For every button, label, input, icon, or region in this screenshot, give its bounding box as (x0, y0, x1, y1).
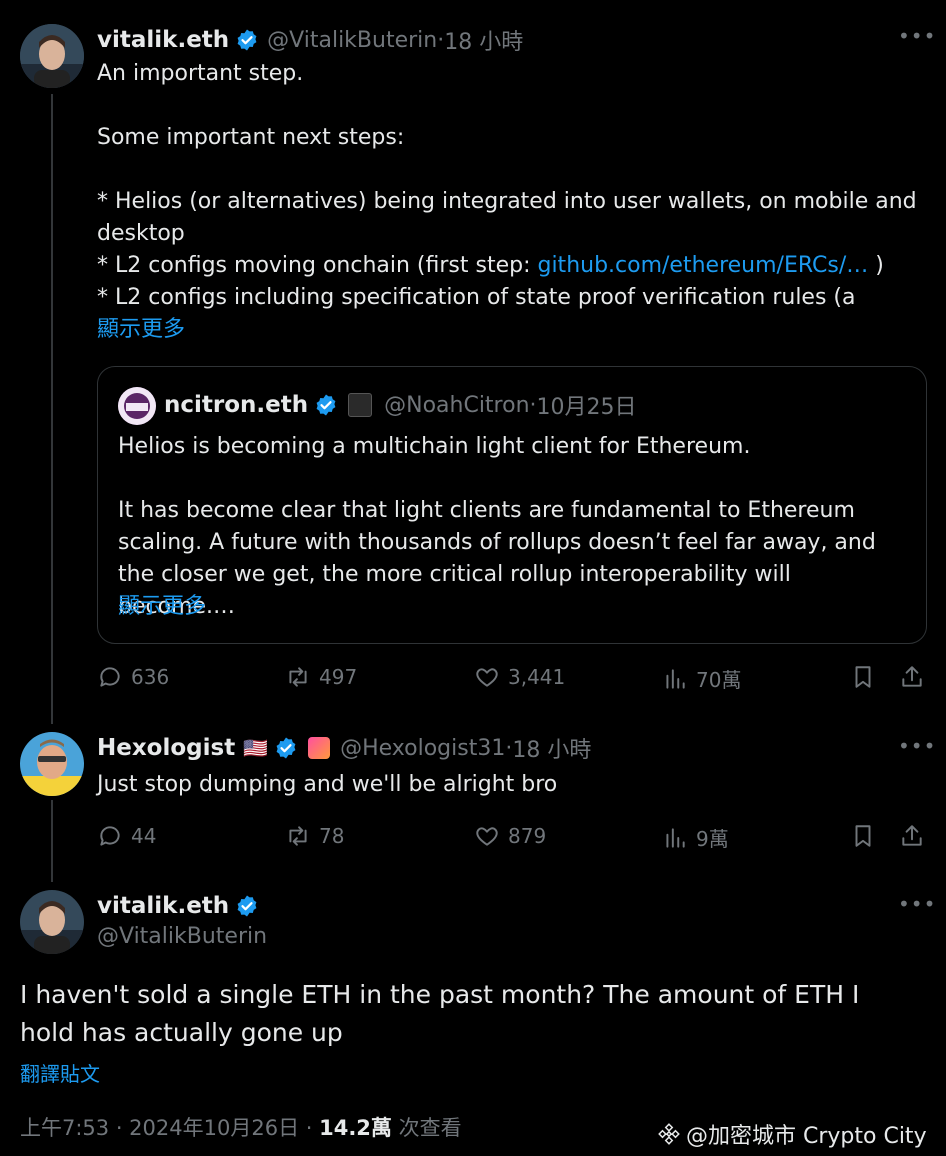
tweet-timestamp[interactable]: 上午7:53 · 2024年10月26日 · (20, 1116, 319, 1140)
retweet-count: 497 (319, 665, 358, 689)
author-handle[interactable]: @VitalikButerin (97, 924, 267, 949)
more-options-icon[interactable]: ••• (898, 892, 936, 916)
quote-show-more-link[interactable]: 顯示更多 (118, 591, 206, 623)
translate-post-link[interactable]: 翻譯貼文 (20, 1058, 100, 1087)
affiliation-badge-icon (308, 737, 331, 759)
reply-button[interactable]: 44 (97, 823, 156, 849)
more-options-icon[interactable]: ••• (898, 734, 936, 758)
separator: · (505, 735, 513, 761)
share-icon (902, 666, 922, 687)
like-count: 879 (508, 824, 547, 848)
reply-icon (100, 826, 120, 846)
tweet-header: vitalik.eth @VitalikButerin · 18 小時 (97, 24, 523, 56)
separator: · (529, 392, 537, 418)
views-count: 9萬 (696, 827, 729, 851)
heart-icon (476, 668, 498, 687)
quote-header: ncitron.eth @NoahCitron · 10月25日 (164, 389, 637, 421)
like-button[interactable]: 3,441 (474, 664, 565, 690)
retweet-button[interactable]: 497 (285, 664, 357, 690)
tweet-body: I haven't sold a single ETH in the past … (20, 980, 860, 1047)
flag-icon: 🇺🇸 (243, 736, 269, 760)
retweet-icon (289, 826, 307, 846)
binance-logo-icon (658, 1123, 680, 1145)
views-button[interactable]: 9萬 (662, 823, 729, 852)
reply-count: 44 (131, 824, 157, 848)
author-name[interactable]: vitalik.eth (97, 27, 229, 53)
share-icon (902, 825, 922, 846)
quote-body: Helios is becoming a multichain light cl… (118, 434, 876, 619)
bookmark-icon (855, 825, 871, 847)
tweet-text: An important step. Some important next s… (97, 61, 917, 278)
author-name[interactable]: vitalik.eth (97, 893, 229, 919)
quote-avatar[interactable] (118, 387, 156, 425)
tweet-body: An important step. Some important next s… (97, 58, 917, 314)
verified-badge-icon (237, 895, 257, 917)
views-count: 14.2萬 (319, 1116, 392, 1140)
tweet-header: Hexologist 🇺🇸 @Hexologist31 · 18 小時 (97, 732, 591, 764)
views-chart-icon (666, 827, 685, 848)
like-button[interactable]: 879 (474, 823, 546, 849)
retweet-count: 78 (319, 824, 345, 848)
reply-count: 636 (131, 665, 170, 689)
author-name[interactable]: Hexologist (97, 735, 235, 761)
quoted-tweet[interactable]: ncitron.eth @NoahCitron · 10月25日 Helios … (97, 366, 927, 644)
more-options-icon[interactable]: ••• (898, 24, 936, 48)
share-button[interactable] (899, 664, 925, 690)
bookmark-button[interactable] (850, 823, 876, 849)
watermark-text: @加密城市 Crypto City (686, 1124, 927, 1149)
tweet-link[interactable]: github.com/ethereum/ERCs/… (537, 253, 868, 278)
retweet-icon (289, 667, 307, 687)
verified-badge-icon (276, 737, 296, 759)
author-handle[interactable]: @Hexologist31 (340, 736, 505, 761)
tweet-header: vitalik.eth (97, 890, 259, 922)
separator: · (437, 27, 445, 53)
heart-icon (476, 827, 498, 846)
share-button[interactable] (899, 823, 925, 849)
watermark: @加密城市 Crypto City (656, 1118, 927, 1150)
thread-line (51, 800, 53, 882)
like-count: 3,441 (508, 665, 566, 689)
quote-time: 10月25日 (536, 395, 637, 420)
quote-author-handle: @NoahCitron (384, 392, 530, 418)
tweet-body: Just stop dumping and we'll be alright b… (97, 772, 558, 797)
tweet-time[interactable]: 18 小時 (444, 24, 523, 56)
reply-icon (100, 667, 120, 687)
verified-badge-icon (316, 394, 336, 416)
author-handle[interactable]: @VitalikButerin (267, 28, 437, 53)
bookmark-icon (855, 666, 871, 688)
tweet-time[interactable]: 18 小時 (512, 732, 591, 764)
affiliation-badge-icon (348, 393, 373, 417)
thread-line (51, 94, 53, 724)
show-more-link[interactable]: 顯示更多 (97, 314, 185, 346)
avatar[interactable] (20, 24, 84, 88)
reply-button[interactable]: 636 (97, 664, 169, 690)
avatar[interactable] (20, 732, 84, 796)
views-chart-icon (666, 668, 685, 689)
retweet-button[interactable]: 78 (285, 823, 344, 849)
bookmark-button[interactable] (850, 664, 876, 690)
quote-author-name: ncitron.eth (164, 392, 309, 418)
views-label: 次查看 (391, 1116, 462, 1140)
avatar[interactable] (20, 890, 84, 954)
views-count: 70萬 (696, 668, 742, 692)
tweet-meta: 上午7:53 · 2024年10月26日 · 14.2萬 次查看 (20, 1112, 462, 1142)
verified-badge-icon (237, 29, 257, 51)
views-button[interactable]: 70萬 (662, 664, 741, 693)
